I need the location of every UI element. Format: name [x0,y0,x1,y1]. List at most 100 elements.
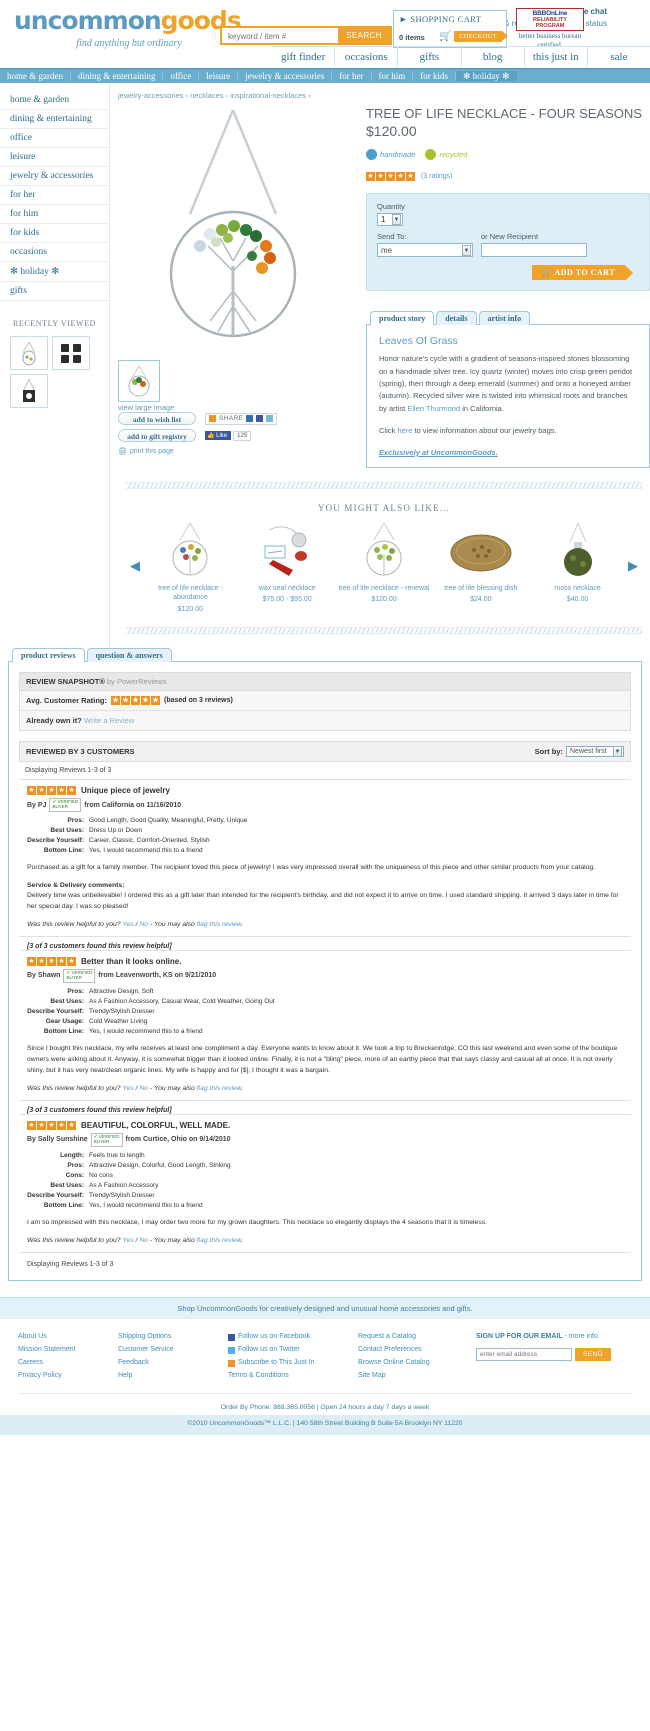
carousel-item-name[interactable]: tree of life blessing dish [435,584,527,594]
mainnav-item-6[interactable]: for him [372,71,414,81]
footer-rss-label[interactable]: Subscribe to This Just In [238,1357,315,1370]
tab-details[interactable]: details [436,311,477,326]
topnav-item-3[interactable]: blog [460,47,524,67]
add-to-gift-registry-button[interactable]: add to gift registry [118,429,196,442]
search-button[interactable]: SEARCH [338,28,390,43]
mainnav-item-2[interactable]: office [163,71,200,81]
mainnav-item-4[interactable]: jewelry & accessories [238,71,333,81]
recently-viewed-thumb[interactable] [52,336,90,370]
product-hero-image[interactable] [118,106,348,356]
sidebar-item-jewelry[interactable]: jewelry & accessories [0,167,109,186]
carousel-item[interactable]: moss necklace $40.00 [532,519,624,614]
print-page-row[interactable]: 🖨 print this page [118,447,358,456]
search-input[interactable] [226,29,334,44]
mainnav-item-0[interactable]: home & garden [0,71,71,81]
sort-by-select[interactable]: Newest first ▼ [566,746,624,758]
tab-question-answers[interactable]: question & answers [86,648,172,663]
add-to-wish-list-button[interactable]: add to wish list [118,412,196,425]
mainnav-item-holiday[interactable]: ✻ holiday ✻ [456,71,517,81]
search-bar[interactable]: SEARCH [220,26,392,45]
facebook-icon[interactable] [256,415,264,422]
topnav-item-1[interactable]: occasions [334,47,397,67]
quantity-select[interactable]: 1 ▼ [377,213,403,227]
mainnav-item-7[interactable]: for kids [413,71,457,81]
sidebar-item-for-kids[interactable]: for kids [0,224,109,243]
sidebar-item-occasions[interactable]: occasions [0,243,109,262]
footer-link-rss[interactable]: Subscribe to This Just In [228,1357,344,1370]
footer-link-contact-preferences[interactable]: Contact Preferences [358,1344,462,1357]
topnav-item-0[interactable]: gift finder [272,47,334,67]
footer-link-browse-online-catalog[interactable]: Browse Online Catalog [358,1357,462,1370]
shopping-cart-box[interactable]: ► SHOPPING CART 0 items 🛒 CHECKOUT [393,10,508,48]
helpful-yes-link[interactable]: Yes [122,921,133,928]
jewelry-bags-link[interactable]: here [397,426,412,435]
footer-link-about-us[interactable]: About Us [18,1331,104,1344]
sidebar-item-office[interactable]: office [0,129,109,148]
tab-product-story[interactable]: product story [370,311,435,326]
carousel-item[interactable]: tree of life blessing dish $24.00 [435,519,527,614]
bbb-seal[interactable]: BBBOnLine RELIABILITY PROGRAM better bus… [516,8,584,50]
sidebar-item-home-garden[interactable]: home & garden [0,91,109,110]
carousel-item[interactable]: wax seal necklace $75.00 - $95.00 [241,519,333,614]
facebook-like-widget[interactable]: 👍 Like 125 [205,430,252,441]
footer-link-privacy-policy[interactable]: Privacy Policy [18,1370,104,1383]
mainnav-item-1[interactable]: dining & entertaining [71,71,164,81]
mainnav-item-5[interactable]: for her [332,71,372,81]
footer-link-site-map[interactable]: Site Map [358,1370,462,1383]
breadcrumb-item-2[interactable]: inspirational-necklaces [230,91,306,100]
footer-link-feedback[interactable]: Feedback [118,1357,214,1370]
mainnav-item-3[interactable]: leisure [199,71,239,81]
footer-link-facebook[interactable]: Follow us on Facebook [228,1331,344,1344]
footer-link-twitter[interactable]: Follow us on Twitter [228,1344,344,1357]
flag-review-link[interactable]: flag this review [197,1237,242,1244]
flag-review-link[interactable]: flag this review [197,921,242,928]
helpful-no-link[interactable]: No [139,1085,148,1092]
tab-product-reviews[interactable]: product reviews [12,648,85,663]
helpful-no-link[interactable]: No [139,1237,148,1244]
sidebar-item-gifts[interactable]: gifts [0,282,109,301]
new-recipient-input[interactable] [481,243,587,258]
helpful-yes-link[interactable]: Yes [122,1085,133,1092]
helpful-no-link[interactable]: No [139,921,148,928]
write-review-link[interactable]: Write a Review [84,716,134,725]
sidebar-item-dining[interactable]: dining & entertaining [0,110,109,129]
product-rating[interactable]: ★ ★ ★ ★ ★ (3 ratings) [366,172,650,182]
footer-facebook-label[interactable]: Follow us on Facebook [238,1331,310,1344]
sidebar-item-leisure[interactable]: leisure [0,148,109,167]
email-signup-send-button[interactable]: SEND [575,1347,612,1361]
footer-link-help[interactable]: Help [118,1370,214,1383]
footer-twitter-label[interactable]: Follow us on Twitter [238,1344,300,1357]
add-to-cart-button[interactable]: 🛒 ADD TO CART [531,265,634,282]
sidebar-item-holiday[interactable]: ✻ holiday ✻ [0,262,109,282]
twitter-icon[interactable] [266,415,274,422]
email-signup-input[interactable] [476,1347,572,1361]
signup-more-info-link[interactable]: - more info [564,1333,597,1340]
product-thumbnail-selected[interactable] [118,360,160,402]
carousel-item[interactable]: tree of life necklace - renewal $120.00 [338,519,430,614]
footer-link-careers[interactable]: Careers [18,1357,104,1370]
sidebar-item-for-her[interactable]: for her [0,186,109,205]
carousel-prev-arrow-icon[interactable]: ◀ [128,558,142,574]
carousel-item-name[interactable]: tree of life necklace - abundance [144,584,236,604]
footer-link-mission-statement[interactable]: Mission Statement [18,1344,104,1357]
breadcrumb-item-0[interactable]: jewelry-accessories [118,91,183,100]
view-large-image-link[interactable]: view large image [118,403,174,412]
carousel-item-name[interactable]: tree of life necklace - renewal [338,584,430,594]
ratings-count-link[interactable]: (3 ratings) [421,173,453,180]
breadcrumb-item-1[interactable]: necklaces [190,91,223,100]
carousel-item-name[interactable]: moss necklace [532,584,624,594]
share-button[interactable]: SHARE [205,412,278,425]
footer-link-request-catalog[interactable]: Request a Catalog [358,1331,462,1344]
topnav-item-4[interactable]: this just in [523,47,587,67]
flag-review-link[interactable]: flag this review [197,1085,242,1092]
facebook-like-button[interactable]: 👍 Like [205,431,232,440]
helpful-yes-link[interactable]: Yes [122,1237,133,1244]
carousel-next-arrow-icon[interactable]: ▶ [626,558,640,574]
footer-link-terms[interactable]: Terms & Conditions [228,1370,344,1383]
footer-link-customer-service[interactable]: Customer Service [118,1344,214,1357]
recently-viewed-thumb[interactable] [10,374,48,408]
checkout-button[interactable]: CHECKOUT [454,31,508,42]
artist-link[interactable]: Ellen Thurmond [407,404,460,413]
topnav-item-2[interactable]: gifts [397,47,460,67]
exclusive-note[interactable]: Exclusively at UncommonGoods. [379,448,637,457]
